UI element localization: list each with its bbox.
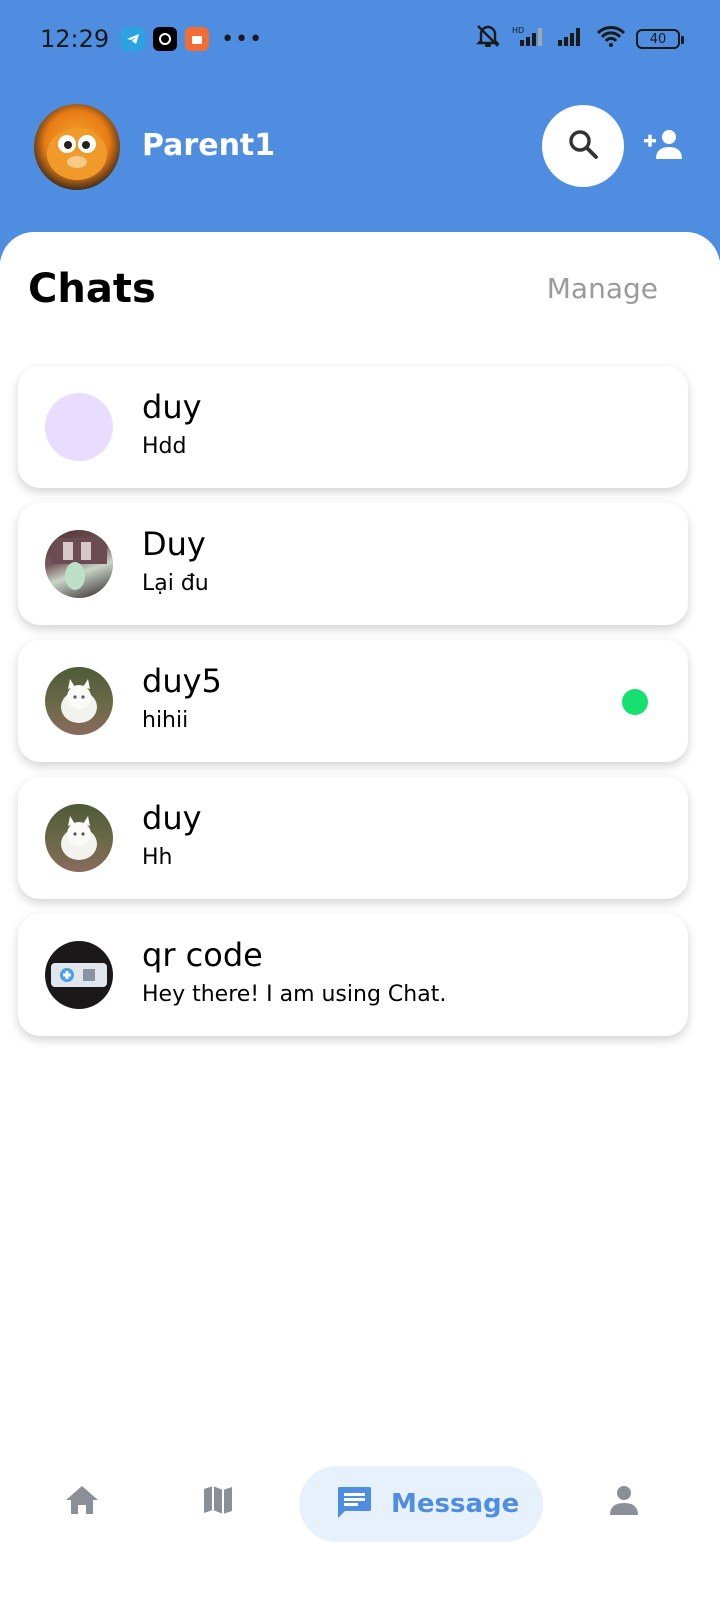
home-icon	[63, 1483, 101, 1521]
threads-icon	[153, 27, 178, 51]
chat-item[interactable]: qr code Hey there! I am using Chat.	[18, 914, 688, 1036]
avatar	[45, 530, 113, 598]
chat-name: duy	[142, 799, 202, 837]
chat-item[interactable]: duy5 hihii	[18, 640, 688, 762]
svg-text:HD: HD	[512, 26, 524, 35]
avatar	[45, 804, 113, 872]
chat-last-message: Hh	[142, 845, 173, 870]
signal-hd-icon: HD	[512, 24, 546, 54]
chat-item[interactable]: duy Hdd	[18, 366, 688, 488]
chat-item[interactable]: duy Hh	[18, 777, 688, 899]
chat-last-message: hihii	[142, 708, 189, 733]
status-bar: 12:29 ••• HD 40	[0, 0, 720, 78]
map-icon	[200, 1482, 236, 1522]
status-time: 12:29	[40, 25, 110, 53]
nav-message[interactable]: Message	[299, 1466, 543, 1542]
chat-item[interactable]: Duy Lại đu	[18, 503, 688, 625]
chat-last-message: Lại đu	[142, 571, 209, 596]
chat-last-message: Hdd	[142, 434, 187, 459]
profile-name: Parent1	[142, 128, 276, 163]
nav-map[interactable]	[198, 1482, 238, 1522]
nav-home[interactable]	[62, 1482, 102, 1522]
avatar	[45, 393, 113, 461]
person-icon	[607, 1483, 641, 1521]
battery-indicator: 40	[636, 29, 684, 49]
more-notifications-icon: •••	[221, 26, 264, 52]
person-add-icon	[642, 127, 686, 165]
avatar	[45, 941, 113, 1009]
bottom-navigation: Message	[0, 1462, 720, 1542]
online-status-dot	[622, 689, 648, 715]
chat-name: qr code	[142, 936, 263, 974]
bell-muted-icon	[474, 23, 502, 55]
chat-name: Duy	[142, 525, 206, 563]
signal-icon	[556, 24, 586, 54]
profile-avatar[interactable]	[34, 104, 120, 190]
manage-button[interactable]: Manage	[547, 272, 658, 305]
chat-list: duy Hdd Duy Lại đu duy5 hihii duy Hh qr …	[18, 366, 688, 1051]
app-header: 12:29 ••• HD 40 Parent1	[0, 0, 720, 260]
telegram-icon	[121, 27, 146, 51]
search-icon	[566, 127, 600, 165]
shopping-bag-icon	[185, 27, 210, 51]
chat-name: duy5	[142, 662, 222, 700]
message-icon	[335, 1484, 373, 1524]
nav-message-label: Message	[391, 1489, 520, 1519]
wifi-icon	[596, 24, 626, 54]
chat-name: duy	[142, 388, 202, 426]
chat-last-message: Hey there! I am using Chat.	[142, 982, 447, 1007]
page-title: Chats	[28, 266, 156, 312]
avatar	[45, 667, 113, 735]
add-user-button[interactable]	[642, 126, 686, 166]
search-button[interactable]	[542, 105, 624, 187]
nav-profile[interactable]	[604, 1482, 644, 1522]
